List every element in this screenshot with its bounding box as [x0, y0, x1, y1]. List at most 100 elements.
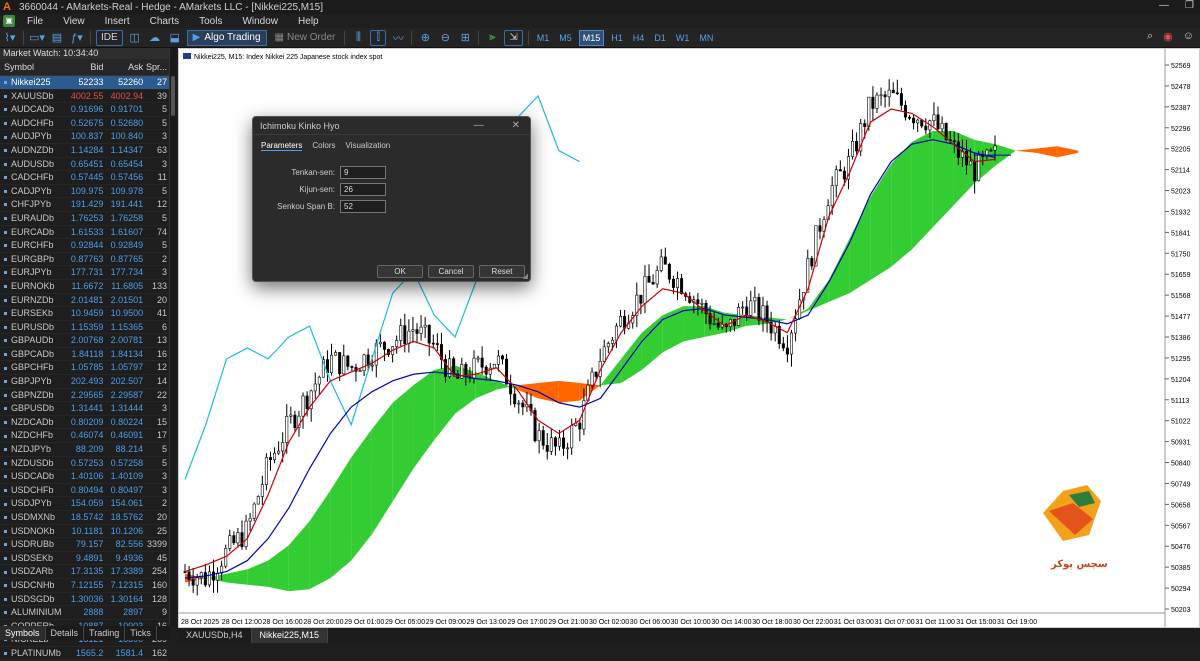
- algo-trading-button[interactable]: ▶ Algo Trading: [186, 29, 267, 46]
- menu-insert[interactable]: Insert: [95, 16, 140, 27]
- chart-tab-xauusd[interactable]: XAUUSDb,H4: [178, 628, 252, 643]
- market-watch-row[interactable]: NZDJPYb 88.209 88.214 5: [0, 443, 169, 457]
- dialog-tab-visualization[interactable]: Visualization: [345, 141, 390, 151]
- chart-shift-icon[interactable]: ⇲: [504, 29, 523, 46]
- timeframe-m5[interactable]: M5: [556, 30, 575, 46]
- market-watch-row[interactable]: USDMXNb 18.5742 18.5762 20: [0, 511, 169, 525]
- timeframe-w1[interactable]: W1: [673, 30, 693, 46]
- col-symbol[interactable]: Symbol: [0, 59, 62, 75]
- market-watch-row[interactable]: USDZARb 17.3135 17.3389 254: [0, 565, 169, 579]
- market-watch-row[interactable]: NZDCADb 0.80209 0.80224 15: [0, 416, 169, 430]
- col-spread[interactable]: Spr...: [143, 59, 169, 75]
- market-watch-row[interactable]: AUDJPYb 100.837 100.840 3: [0, 130, 169, 144]
- notifications-icon[interactable]: ◉: [1163, 30, 1173, 43]
- market-watch-row[interactable]: GBPJPYb 202.493 202.507 14: [0, 375, 169, 389]
- timeframe-h1[interactable]: H1: [608, 30, 626, 46]
- strategy-tester-icon[interactable]: ◫: [127, 30, 143, 46]
- market-watch-row[interactable]: EURNZDb 2.01481 2.01501 20: [0, 294, 169, 308]
- bar-chart-icon[interactable]: ⫼: [350, 30, 366, 46]
- timeframe-mn[interactable]: MN: [696, 30, 716, 46]
- market-watch-row[interactable]: AUDNZDb 1.14284 1.14347 63: [0, 144, 169, 158]
- market-watch-row[interactable]: USDSEKb 9.4891 9.4936 45: [0, 552, 169, 566]
- market-watch-row[interactable]: CADJPYb 109.975 109.978 5: [0, 185, 169, 199]
- candlestick-icon[interactable]: ⫿: [370, 29, 387, 46]
- chart-type-icon[interactable]: ⌇▾: [2, 30, 18, 46]
- line-chart-icon[interactable]: 〰: [390, 30, 406, 46]
- market-watch-row[interactable]: EURAUDb 1.76253 1.76258 5: [0, 212, 169, 226]
- indicators-icon[interactable]: ƒ▾: [69, 30, 85, 46]
- tab-ticks[interactable]: Ticks: [125, 626, 157, 640]
- menu-view[interactable]: View: [53, 16, 95, 27]
- menu-window[interactable]: Window: [232, 16, 288, 27]
- cloud-icon[interactable]: ☁: [147, 30, 163, 46]
- market-watch-row[interactable]: USDCHFb 0.80494 0.80497 3: [0, 484, 169, 498]
- timeframe-d1[interactable]: D1: [651, 30, 669, 46]
- tab-details[interactable]: Details: [46, 626, 85, 640]
- market-watch-row[interactable]: USDCADb 1.40106 1.40109 3: [0, 470, 169, 484]
- reset-button[interactable]: Reset: [479, 265, 525, 278]
- autoscroll-icon[interactable]: ⫸: [484, 30, 500, 46]
- market-watch-row[interactable]: CHFJPYb 191.429 191.441 12: [0, 198, 169, 212]
- market-watch-row[interactable]: EURNOKb 11.6672 11.6805 133: [0, 280, 169, 294]
- market-watch-row[interactable]: GBPUSDb 1.31441 1.31444 3: [0, 402, 169, 416]
- market-watch-row[interactable]: EURCHFb 0.92844 0.92849 5: [0, 239, 169, 253]
- chart-tab-nikkei[interactable]: Nikkei225,M15: [251, 628, 329, 643]
- profiles-icon[interactable]: ▭▾: [29, 30, 45, 46]
- market-watch-row[interactable]: USDJPYb 154.059 154.061 2: [0, 497, 169, 511]
- market-watch-row[interactable]: NZDCHFb 0.46074 0.46091 17: [0, 429, 169, 444]
- resize-grip-icon[interactable]: ◢: [523, 272, 528, 280]
- grid-icon[interactable]: ⊞: [457, 30, 473, 46]
- app-menu-icon[interactable]: ▣: [3, 15, 15, 27]
- cancel-button[interactable]: Cancel: [428, 265, 474, 278]
- new-order-button[interactable]: ▦ New Order: [271, 30, 340, 46]
- menu-help[interactable]: Help: [288, 16, 329, 27]
- dialog-titlebar[interactable]: Ichimoku Kinko Hyo — ✕: [253, 117, 530, 135]
- market-watch-row[interactable]: ALUMINIUMb 2888 2897 9: [0, 606, 169, 620]
- tab-trading[interactable]: Trading: [84, 626, 126, 640]
- market-watch-row[interactable]: GBPNZDb 2.29565 2.29587 22: [0, 389, 169, 403]
- senkou-b-input[interactable]: 52: [340, 200, 386, 213]
- market-watch-row[interactable]: USDRUBb 79.157 82.556 3399: [0, 538, 169, 552]
- new-chart-icon[interactable]: ▤: [49, 30, 65, 46]
- dialog-tab-parameters[interactable]: Parameters: [261, 141, 303, 151]
- market-watch-row[interactable]: Nikkei225 52233 52260 27: [0, 76, 169, 90]
- timeframe-h4[interactable]: H4: [630, 30, 648, 46]
- market-watch-row[interactable]: EURSEKb 10.9459 10.9500 41: [0, 307, 169, 321]
- market-watch-row[interactable]: EURUSDb 1.15359 1.15365 6: [0, 321, 169, 335]
- market-watch-row[interactable]: CADCHFb 0.57445 0.57456 11: [0, 171, 169, 185]
- dialog-close-icon[interactable]: ✕: [512, 117, 520, 135]
- vps-icon[interactable]: ⬓: [167, 30, 183, 46]
- account-icon[interactable]: ☺: [1183, 30, 1194, 43]
- market-watch-row[interactable]: PLATINUMb 1565.2 1581.4 162: [0, 647, 169, 661]
- market-watch-row[interactable]: GBPCHFb 1.05785 1.05797 12: [0, 361, 169, 376]
- minimize-icon[interactable]: —: [1159, 0, 1169, 11]
- zoom-out-icon[interactable]: ⊖: [437, 30, 453, 46]
- ide-button[interactable]: IDE: [96, 29, 123, 46]
- market-watch-row[interactable]: EURJPYb 177.731 177.734 3: [0, 266, 169, 280]
- menu-tools[interactable]: Tools: [189, 16, 232, 27]
- market-watch-row[interactable]: XAUUSDb 4002.55 4002.94 39: [0, 90, 169, 104]
- timeframe-m1[interactable]: M1: [534, 30, 553, 46]
- market-watch-scrollbar[interactable]: [170, 48, 176, 626]
- market-watch-row[interactable]: GBPAUDb 2.00768 2.00781 13: [0, 334, 169, 348]
- scrollbar-thumb[interactable]: [171, 76, 175, 116]
- kijun-input[interactable]: 26: [340, 183, 386, 196]
- dialog-tab-colors[interactable]: Colors: [312, 141, 335, 151]
- dialog-minimize-icon[interactable]: —: [474, 117, 484, 135]
- ok-button[interactable]: OK: [377, 265, 423, 278]
- market-watch-row[interactable]: AUDUSDb 0.65451 0.65454 3: [0, 158, 169, 172]
- col-bid[interactable]: Bid: [62, 59, 103, 75]
- tenkan-input[interactable]: 9: [340, 166, 386, 179]
- market-watch-row[interactable]: EURGBPb 0.87763 0.87765 2: [0, 253, 169, 267]
- market-watch-row[interactable]: GBPCADb 1.84118 1.84134 16: [0, 348, 169, 362]
- market-watch-row[interactable]: AUDCADb 0.91696 0.91701 5: [0, 103, 169, 117]
- search-icon[interactable]: ⌕: [1147, 30, 1153, 43]
- market-watch-row[interactable]: AUDCHFb 0.52675 0.52680 5: [0, 117, 169, 131]
- menu-charts[interactable]: Charts: [140, 16, 189, 27]
- tab-symbols[interactable]: Symbols: [0, 626, 46, 640]
- market-watch-row[interactable]: NZDUSDb 0.57253 0.57258 5: [0, 457, 169, 471]
- col-ask[interactable]: Ask: [103, 59, 143, 75]
- menu-file[interactable]: File: [17, 16, 53, 27]
- restore-icon[interactable]: ❐: [1185, 0, 1194, 11]
- market-watch-row[interactable]: USDNOKb 10.1181 10.1206 25: [0, 525, 169, 539]
